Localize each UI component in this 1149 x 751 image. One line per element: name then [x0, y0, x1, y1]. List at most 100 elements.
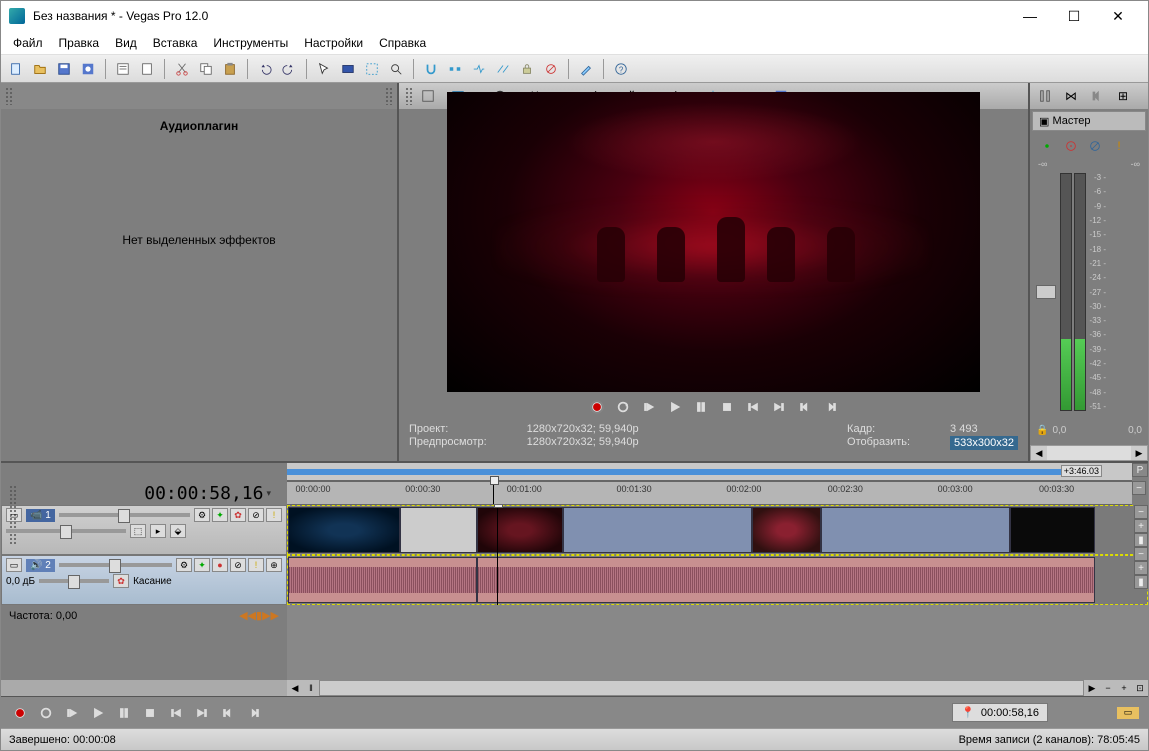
automation-mode[interactable]: Касание	[133, 576, 172, 587]
ignore-icon[interactable]	[540, 58, 562, 80]
audio-clip[interactable]	[477, 557, 1095, 603]
video-clip[interactable]	[563, 507, 752, 553]
quantize-icon[interactable]	[444, 58, 466, 80]
dim-icon[interactable]: ⊞	[1112, 85, 1134, 107]
level-slider[interactable]	[59, 513, 190, 517]
vzoom-button[interactable]: ▮	[1134, 575, 1148, 589]
playhead[interactable]	[493, 482, 494, 504]
track-auto-icon[interactable]: ✦	[194, 558, 210, 572]
render-icon[interactable]	[77, 58, 99, 80]
maximize-button[interactable]: ☐	[1052, 2, 1096, 30]
cursor-icon[interactable]	[313, 58, 335, 80]
timeline-side-button[interactable]: −	[1132, 481, 1146, 495]
mute-icon[interactable]	[1084, 135, 1106, 157]
track-phase-icon[interactable]: ⊕	[266, 558, 282, 572]
envelope-icon[interactable]	[337, 58, 359, 80]
menu-help[interactable]: Справка	[371, 33, 434, 53]
composite-slider[interactable]	[6, 529, 126, 533]
prev-frame-button[interactable]	[217, 702, 239, 724]
properties-icon[interactable]	[112, 58, 134, 80]
menu-tools[interactable]: Инструменты	[205, 33, 296, 53]
next-frame-button[interactable]	[820, 396, 842, 418]
preview-fx-icon[interactable]	[417, 85, 439, 107]
dropdown-icon[interactable]: ▾	[266, 488, 271, 499]
grip-icon[interactable]	[385, 87, 393, 105]
paste-icon[interactable]	[219, 58, 241, 80]
automation-gear-icon[interactable]: ✿	[113, 574, 129, 588]
autoripple-icon[interactable]	[468, 58, 490, 80]
scroll-step-icon[interactable]: ‖	[303, 680, 319, 696]
menu-insert[interactable]: Вставка	[145, 33, 206, 53]
video-clip[interactable]	[821, 507, 1010, 553]
go-end-button[interactable]	[768, 396, 790, 418]
go-start-button[interactable]	[165, 702, 187, 724]
audio-clip[interactable]	[288, 557, 477, 603]
vzoom-button[interactable]: −	[1134, 547, 1148, 561]
go-end-button[interactable]	[191, 702, 213, 724]
redo-icon[interactable]	[278, 58, 300, 80]
track-mute-icon[interactable]: ⊘	[230, 558, 246, 572]
video-clip[interactable]	[400, 507, 477, 553]
solo-icon[interactable]: !	[1108, 135, 1130, 157]
volume-slider[interactable]	[59, 563, 172, 567]
track-solo-icon[interactable]: !	[248, 558, 264, 572]
menu-edit[interactable]: Правка	[51, 33, 108, 53]
play-button[interactable]	[664, 396, 686, 418]
transport-timecode[interactable]: 📍 00:00:58,16	[952, 703, 1048, 722]
prev-icon[interactable]: ⋈	[1060, 85, 1082, 107]
master-header[interactable]: ▣ Мастер	[1032, 111, 1146, 131]
track-fx-icon[interactable]: ⚙	[194, 508, 210, 522]
track-arm-icon[interactable]: ●	[212, 558, 228, 572]
mixer-icon[interactable]	[1034, 85, 1056, 107]
open-icon[interactable]	[29, 58, 51, 80]
vzoom-button[interactable]: ▮	[1134, 533, 1148, 547]
record-button[interactable]	[586, 396, 608, 418]
hzoom-minus-button[interactable]: −	[1100, 680, 1116, 696]
scroll-right-icon[interactable]: ▶	[1084, 680, 1100, 696]
downmix-icon[interactable]	[1086, 85, 1108, 107]
cut-icon[interactable]	[171, 58, 193, 80]
video-track-header[interactable]: ▭ 📹 1 ⚙ ✦ ✿ ⊘ ! ⬚ ▸	[1, 505, 287, 555]
timeline-edge-button[interactable]: P	[1132, 463, 1148, 477]
grip-icon[interactable]	[5, 87, 13, 105]
insert-fx-icon[interactable]	[1036, 135, 1058, 157]
track-auto-icon[interactable]: ✦	[212, 508, 228, 522]
audio-track-header[interactable]: ▭ 🔊 2 ⚙ ✦ ● ⊘ ! ⊕ 0,0 дБ	[1, 555, 287, 605]
menu-view[interactable]: Вид	[107, 33, 145, 53]
track-solo-icon[interactable]: !	[266, 508, 282, 522]
snap-icon[interactable]	[420, 58, 442, 80]
prev-frame-button[interactable]	[794, 396, 816, 418]
pause-button[interactable]	[690, 396, 712, 418]
timecode-display[interactable]: 00:00:58,16 ▾	[1, 481, 287, 505]
play-start-button[interactable]	[638, 396, 660, 418]
pause-button[interactable]	[113, 702, 135, 724]
hzoom-plus-button[interactable]: +	[1116, 680, 1132, 696]
track-gear-icon[interactable]: ✿	[230, 508, 246, 522]
master-scrollbar[interactable]: ◀ ▶	[1030, 445, 1148, 461]
track-fx-icon[interactable]: ⚙	[176, 558, 192, 572]
scrub-control[interactable]: ◀◀▮▶▶	[239, 609, 279, 622]
timeline-overview[interactable]: +3:46.03	[287, 463, 1132, 481]
minimize-button[interactable]: —	[1008, 2, 1052, 30]
zoom-icon[interactable]	[385, 58, 407, 80]
doc-icon[interactable]	[136, 58, 158, 80]
track-mute-icon[interactable]: ⊘	[248, 508, 264, 522]
lock-icon[interactable]: 🔒	[1036, 425, 1048, 436]
audio-track-lane[interactable]	[287, 555, 1148, 605]
scroll-track[interactable]	[319, 680, 1084, 696]
scroll-right-icon[interactable]: ▶	[1131, 446, 1147, 460]
menu-file[interactable]: Файл	[5, 33, 51, 53]
video-clip[interactable]	[288, 507, 400, 553]
video-track-lane[interactable]	[287, 505, 1148, 555]
hzoom-fit-button[interactable]: ⊡	[1132, 680, 1148, 696]
brush-icon[interactable]	[575, 58, 597, 80]
vzoom-button[interactable]: −	[1134, 505, 1148, 519]
grip-icon[interactable]	[9, 485, 17, 545]
timeline-hscroll[interactable]: ◀ ‖ ▶ − + ⊡	[1, 680, 1148, 696]
video-clip[interactable]	[477, 507, 563, 553]
timeline-clips-area[interactable]: − + ▮ − + ▮	[287, 505, 1148, 680]
go-start-button[interactable]	[742, 396, 764, 418]
vzoom-button[interactable]: +	[1134, 561, 1148, 575]
loop-button[interactable]	[612, 396, 634, 418]
composite-mode-icon[interactable]: ⬚	[130, 524, 146, 538]
